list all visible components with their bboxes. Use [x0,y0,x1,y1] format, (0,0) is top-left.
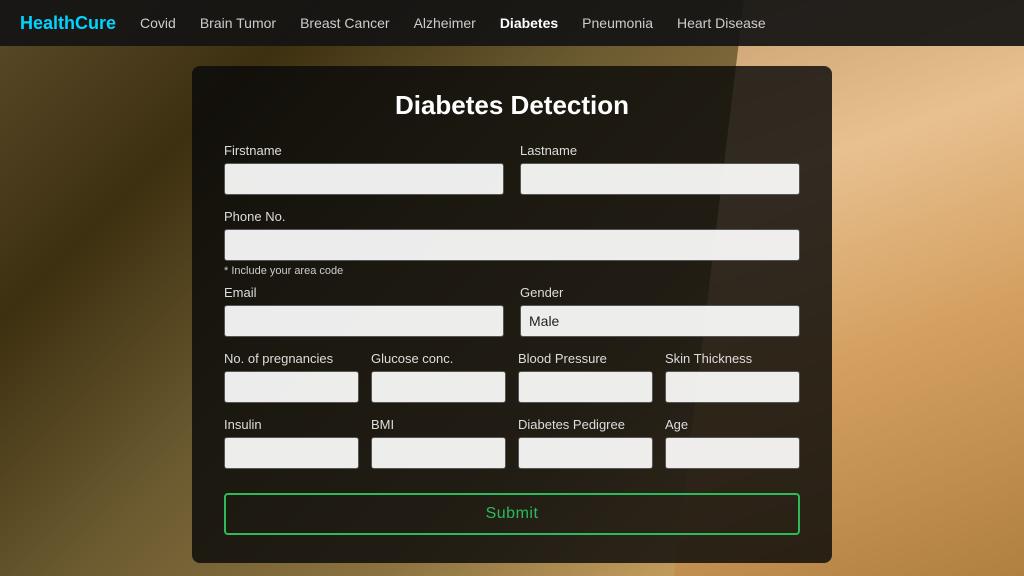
bp-input[interactable] [518,371,653,403]
brand[interactable]: HealthCure [20,13,116,34]
bp-group: Blood Pressure [518,351,653,403]
submit-button[interactable]: Submit [224,493,800,535]
name-row: Firstname Lastname [224,143,800,195]
insulin-label: Insulin [224,417,359,432]
firstname-input[interactable] [224,163,504,195]
pregnancies-group: No. of pregnancies [224,351,359,403]
firstname-group: Firstname [224,143,504,195]
lastname-input[interactable] [520,163,800,195]
pregnancies-label: No. of pregnancies [224,351,359,366]
skin-group: Skin Thickness [665,351,800,403]
email-input[interactable] [224,305,504,337]
nav-alzheimer[interactable]: Alzheimer [414,15,476,31]
insulin-input[interactable] [224,437,359,469]
pedigree-label: Diabetes Pedigree [518,417,653,432]
lastname-group: Lastname [520,143,800,195]
nav-brain-tumor[interactable]: Brain Tumor [200,15,276,31]
nav-pneumonia[interactable]: Pneumonia [582,15,653,31]
phone-label: Phone No. [224,209,800,224]
pedigree-group: Diabetes Pedigree [518,417,653,469]
phone-input[interactable] [224,229,800,261]
age-label: Age [665,417,800,432]
bmi-input[interactable] [371,437,506,469]
phone-group: Phone No. [224,209,800,261]
skin-label: Skin Thickness [665,351,800,366]
gender-input[interactable] [520,305,800,337]
glucose-group: Glucose conc. [371,351,506,403]
form-card: Diabetes Detection Firstname Lastname Ph… [192,66,832,563]
phone-hint: * Include your area code [224,265,800,277]
nav-heart-disease[interactable]: Heart Disease [677,15,766,31]
nav-breast-cancer[interactable]: Breast Cancer [300,15,389,31]
pregnancies-input[interactable] [224,371,359,403]
skin-input[interactable] [665,371,800,403]
bmi-label: BMI [371,417,506,432]
firstname-label: Firstname [224,143,504,158]
nav-diabetes[interactable]: Diabetes [500,15,558,31]
bmi-group: BMI [371,417,506,469]
gender-label: Gender [520,285,800,300]
bp-label: Blood Pressure [518,351,653,366]
age-input[interactable] [665,437,800,469]
lastname-label: Lastname [520,143,800,158]
gender-group: Gender [520,285,800,337]
insulin-group: Insulin [224,417,359,469]
age-group: Age [665,417,800,469]
main-content: Diabetes Detection Firstname Lastname Ph… [0,46,1024,563]
form-title: Diabetes Detection [224,90,800,121]
glucose-input[interactable] [371,371,506,403]
email-label: Email [224,285,504,300]
pedigree-input[interactable] [518,437,653,469]
nav-covid[interactable]: Covid [140,15,176,31]
glucose-label: Glucose conc. [371,351,506,366]
medical-row-1: No. of pregnancies Glucose conc. Blood P… [224,351,800,403]
email-gender-row: Email Gender [224,285,800,337]
medical-row-2: Insulin BMI Diabetes Pedigree Age [224,417,800,469]
navbar: HealthCure Covid Brain Tumor Breast Canc… [0,0,1024,46]
email-group: Email [224,285,504,337]
